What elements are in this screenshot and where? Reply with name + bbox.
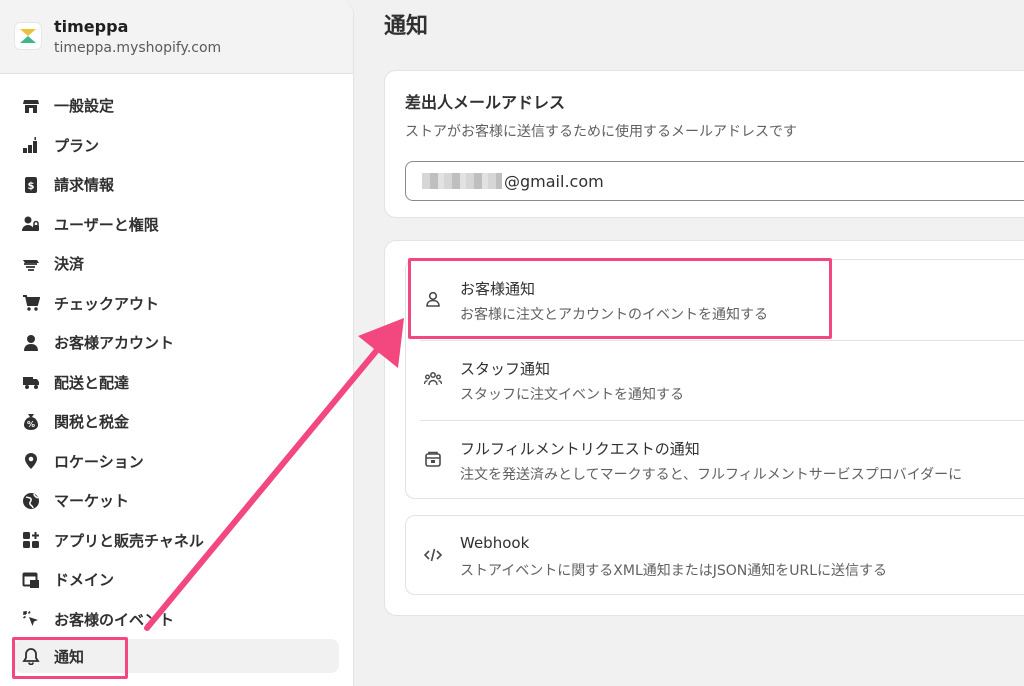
page-title: 通知 xyxy=(384,14,429,39)
sidebar-item-label: チェックアウト xyxy=(54,294,160,313)
sidebar-item-checkout[interactable]: チェックアウト xyxy=(0,284,353,324)
fulfillment-notifications-row[interactable]: フルフィルメントリクエストの通知 注文を発送済みとしてマークすると、フルフィルメ… xyxy=(406,420,1024,500)
webhook-row[interactable]: Webhook ストアイベントに関するXML通知またはJSON通知をURLに送信… xyxy=(406,516,1024,596)
sidebar-item-plan[interactable]: プラン xyxy=(0,126,353,166)
code-icon xyxy=(423,546,443,564)
sidebar-item-label: 一般設定 xyxy=(54,97,115,116)
sidebar-item-general[interactable]: 一般設定 xyxy=(0,86,353,126)
sidebar-item-label: プラン xyxy=(54,136,100,155)
plan-icon xyxy=(22,136,40,154)
location-icon xyxy=(22,452,40,470)
webhook-group: Webhook ストアイベントに関するXML通知またはJSON通知をURLに送信… xyxy=(405,515,1024,595)
cursor-icon xyxy=(22,610,40,628)
settings-nav: 一般設定 プラン $ 請求情報 ユーザーと権限 決済 チェックアウト お客様アカ… xyxy=(0,74,353,673)
payments-icon xyxy=(22,255,40,273)
row-description: スタッフに注文イベントを通知する xyxy=(460,387,684,403)
truck-icon xyxy=(22,373,40,391)
sidebar-item-markets[interactable]: マーケット xyxy=(0,481,353,521)
row-title: フルフィルメントリクエストの通知 xyxy=(460,440,700,458)
domain-icon xyxy=(22,571,40,589)
sidebar-item-label: 関税と税金 xyxy=(54,413,130,432)
svg-text:$: $ xyxy=(28,181,35,192)
sidebar-item-customer-events[interactable]: お客様のイベント xyxy=(0,600,353,640)
sidebar-item-label: 請求情報 xyxy=(54,176,115,195)
settings-sidebar: timeppa timeppa.myshopify.com 一般設定 プラン $… xyxy=(0,0,354,686)
store-icon xyxy=(22,97,40,115)
sidebar-item-locations[interactable]: ロケーション xyxy=(0,442,353,482)
sidebar-item-label: 決済 xyxy=(54,255,85,274)
billing-icon: $ xyxy=(22,176,40,194)
store-name: timeppa xyxy=(54,17,129,36)
sidebar-item-label: 配送と配達 xyxy=(54,373,130,392)
redacted-email-user xyxy=(422,173,502,189)
sender-email-card: 差出人メールアドレス ストアがお客様に送信するために使用するメールアドレスです … xyxy=(384,70,1024,218)
sidebar-item-users[interactable]: ユーザーと権限 xyxy=(0,205,353,245)
sidebar-item-apps[interactable]: アプリと販売チャネル xyxy=(0,521,353,561)
store-switcher[interactable]: timeppa timeppa.myshopify.com xyxy=(0,0,353,74)
cart-icon xyxy=(22,294,40,312)
staff-notifications-row[interactable]: スタッフ通知 スタッフに注文イベントを通知する xyxy=(406,340,1024,420)
store-logo xyxy=(14,21,42,50)
row-description: 注文を発送済みとしてマークすると、フルフィルメントサービスプロバイダーに xyxy=(460,467,963,483)
fulfillment-icon xyxy=(424,450,442,468)
sidebar-item-label: マーケット xyxy=(54,492,130,511)
sidebar-item-customer-accounts[interactable]: お客様アカウント xyxy=(0,323,353,363)
store-domain: timeppa.myshopify.com xyxy=(54,40,222,56)
sidebar-item-shipping[interactable]: 配送と配達 xyxy=(0,363,353,403)
sidebar-item-payments[interactable]: 決済 xyxy=(0,244,353,284)
sidebar-item-label: アプリと販売チャネル xyxy=(54,531,204,550)
sidebar-item-label: ユーザーと権限 xyxy=(54,215,159,234)
tax-icon: % xyxy=(22,413,40,431)
sender-email-title: 差出人メールアドレス xyxy=(405,93,566,112)
sidebar-item-billing[interactable]: $ 請求情報 xyxy=(0,165,353,205)
sender-email-subtitle: ストアがお客様に送信するために使用するメールアドレスです xyxy=(405,124,797,140)
sidebar-item-label: ドメイン xyxy=(54,571,115,590)
sidebar-item-domains[interactable]: ドメイン xyxy=(0,560,353,600)
sidebar-item-taxes[interactable]: % 関税と税金 xyxy=(0,402,353,442)
sidebar-item-label: ロケーション xyxy=(54,452,144,471)
row-title: スタッフ通知 xyxy=(460,360,551,378)
sidebar-item-label: お客様のイベント xyxy=(54,610,175,629)
svg-text:%: % xyxy=(27,420,35,429)
row-title: Webhook xyxy=(460,534,530,552)
email-domain: @gmail.com xyxy=(504,171,604,191)
apps-icon xyxy=(22,531,40,549)
highlight-sidebar-notifications xyxy=(12,637,128,679)
sidebar-item-label: お客様アカウント xyxy=(54,334,175,353)
row-description: ストアイベントに関するXML通知またはJSON通知をURLに送信する xyxy=(460,563,888,579)
users-icon xyxy=(22,215,40,233)
sender-email-input[interactable]: @gmail.com xyxy=(405,161,1024,201)
staff-icon xyxy=(423,370,443,388)
highlight-customer-notifications xyxy=(408,258,832,339)
person-icon xyxy=(22,334,40,352)
globe-icon xyxy=(22,492,40,510)
